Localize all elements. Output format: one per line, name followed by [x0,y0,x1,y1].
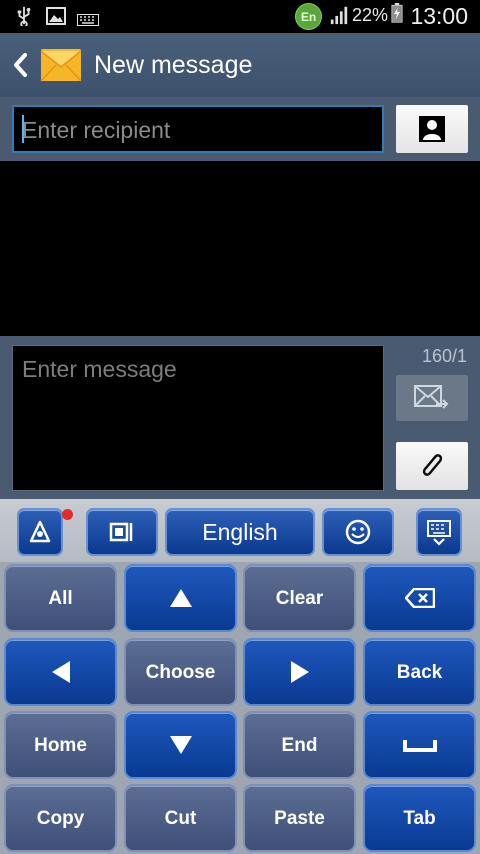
contact-picker-button[interactable] [396,105,468,153]
layout-icon [109,522,133,542]
signal-icon [330,6,348,25]
emoji-icon [345,519,371,545]
send-icon [414,385,449,409]
key-up[interactable] [124,564,237,632]
backspace-icon [404,588,435,608]
layout-button[interactable] [86,508,158,556]
text-caret [22,115,24,143]
image-icon [46,7,66,25]
battery-icon [391,3,403,23]
recipient-input[interactable]: Enter recipient [12,105,384,153]
space-icon [402,740,437,752]
key-choose[interactable]: Choose [124,638,237,706]
usb-icon [17,6,31,26]
language-badge: En [295,3,322,30]
battery-percent: 22% [352,5,389,25]
message-input[interactable]: Enter message [12,345,384,491]
key-back[interactable]: Back [363,638,476,706]
key-left[interactable] [4,638,117,706]
contact-icon [419,116,445,142]
emoji-button[interactable] [322,508,394,556]
send-button[interactable] [396,375,468,421]
key-backspace[interactable] [363,564,476,632]
key-paste[interactable]: Paste [243,784,356,852]
key-end[interactable]: End [243,711,356,779]
key-home[interactable]: Home [4,711,117,779]
clock: 13:00 [410,3,468,29]
left-arrow-icon [51,661,70,683]
key-copy[interactable]: Copy [4,784,117,852]
down-arrow-icon [169,736,192,754]
settings-icon [29,520,51,543]
notification-dot [62,509,73,520]
conversation-area [0,161,480,336]
keyboard-icon [77,14,99,26]
key-space[interactable] [363,711,476,779]
key-right[interactable] [243,638,356,706]
keyboard-settings-button[interactable] [17,508,63,556]
key-cut[interactable]: Cut [124,784,237,852]
key-tab[interactable]: Tab [363,784,476,852]
key-down[interactable] [124,711,237,779]
key-all[interactable]: All [4,564,117,632]
action-bar: New message [0,33,480,97]
attach-button[interactable] [396,442,468,490]
right-arrow-icon [290,661,309,683]
envelope-icon [40,49,82,82]
paperclip-icon [422,454,443,476]
hide-keyboard-icon [427,520,451,546]
character-counter: 160/1 [421,346,467,366]
page-title: New message [94,51,253,79]
back-arrow-icon[interactable] [8,51,32,79]
key-clear[interactable]: Clear [243,564,356,632]
status-bar: En 22% 13:00 [0,0,480,33]
hide-keyboard-button[interactable] [416,508,462,556]
language-button[interactable]: English [165,508,315,556]
up-arrow-icon [169,589,192,607]
